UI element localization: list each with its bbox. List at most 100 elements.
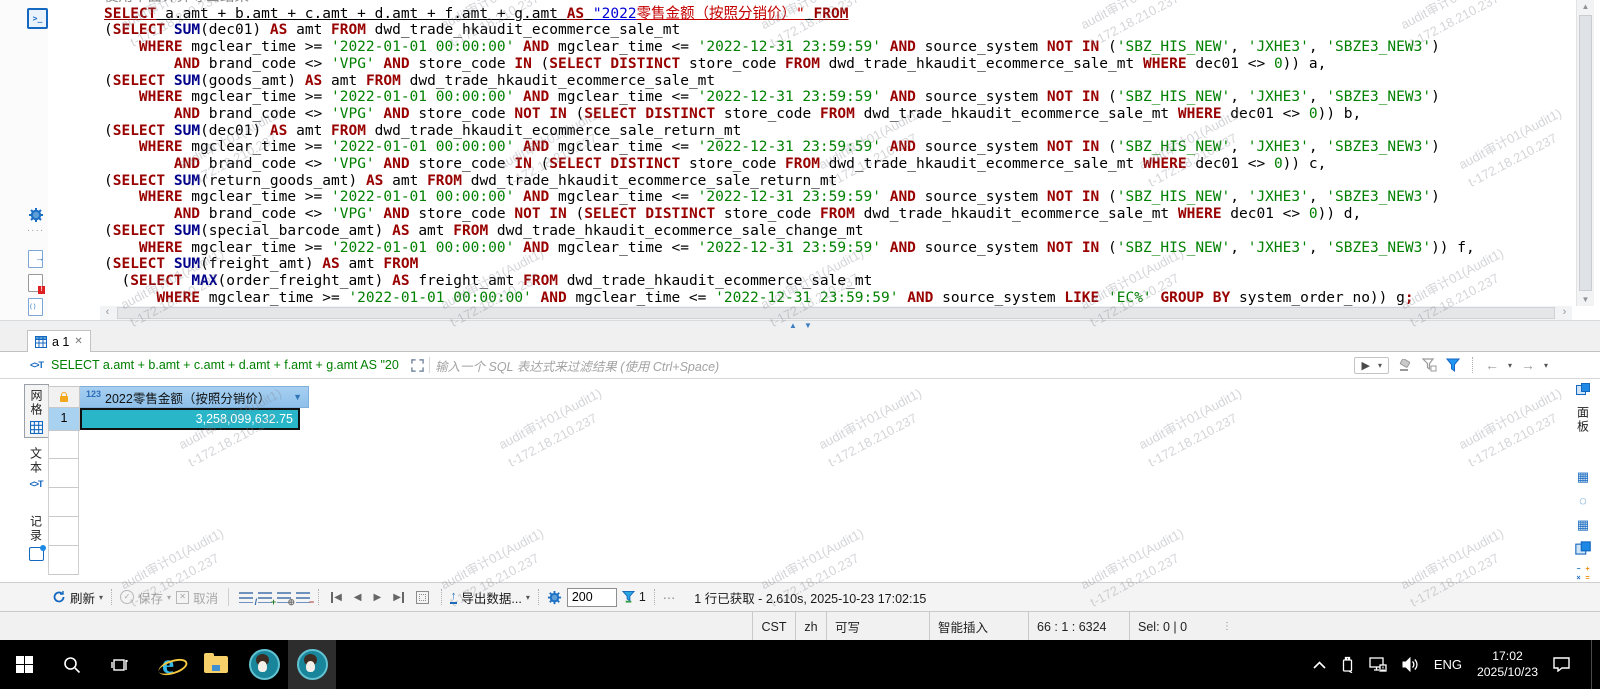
usb-device-icon[interactable] [1341,656,1354,673]
first-row-button[interactable]: ◀ [331,592,342,603]
code-line: 83(SELECT SUM(freight_amt) AS amt FROM [104,256,1570,273]
sql-expression-icon: <>T [30,360,43,370]
editor-horizontal-scrollbar[interactable]: ‹ › [100,306,1572,320]
apply-filter-button[interactable]: ▶ ▾ [1354,357,1388,374]
export-data-button[interactable]: ↑ 导出数据... ▾ [450,588,530,607]
fetch-size-input[interactable] [567,588,617,607]
chevron-down-icon[interactable]: ▾ [1378,361,1382,370]
metadata-panel-icon[interactable]: ▦ [1577,518,1589,531]
sash-collapse-down-icon[interactable]: ▼ [804,321,812,330]
row-number-cell[interactable]: 1 [48,408,80,431]
hidden-icons-chevron-icon[interactable] [1313,661,1326,669]
edit-cell-button[interactable]: / [239,592,253,603]
export-icon: ↑ [450,591,458,604]
chevron-down-icon[interactable]: ▾ [1508,361,1512,370]
caret-position-indicator[interactable]: 66 : 1 : 6324 [1028,612,1129,641]
presentation-tab-text[interactable]: 文本 <>T [25,447,47,489]
system-tray: ENG 17:02 2025/10/23 [1313,640,1600,689]
file-explorer-icon[interactable] [192,640,240,689]
search-button[interactable] [48,640,96,689]
filter-expression-text[interactable]: SELECT a.amt + b.amt + c.amt + d.amt + f… [51,358,411,372]
grid-corner-lock-cell[interactable] [48,386,80,408]
presentation-tab-record[interactable]: 记录 [25,515,47,561]
network-icon[interactable] [1369,657,1387,672]
sash-collapse-up-icon[interactable]: ▲ [789,321,797,330]
action-center-icon[interactable] [1553,657,1570,672]
scroll-up-icon[interactable]: ▲ [1577,2,1594,11]
column-header-label: 2022零售金额（按照分销价） [105,388,289,407]
volume-icon[interactable] [1402,657,1419,672]
custom-filter-icon[interactable] [1446,358,1460,372]
selected-value-cell[interactable]: 3,258,099,632.75 [80,408,300,430]
lock-icon [60,396,68,402]
duplicate-row-button[interactable]: ⊕ [277,592,291,603]
aggregate-panel-icon[interactable]: −+ ×= [1574,565,1592,583]
settings-gear-icon[interactable] [27,206,44,223]
editor-vertical-scrollbar[interactable]: ▲ ▼ [1576,0,1594,306]
toolbar-overflow-icon[interactable]: ⋯ [663,590,676,605]
save-label: 保存 [138,588,163,607]
last-row-button[interactable]: ▶ [393,592,404,603]
sql-console-icon[interactable]: >_ [27,8,48,29]
expand-filter-icon[interactable] [411,359,424,372]
file-output-icon[interactable]: ( ) [27,298,44,315]
dbeaver-active-icon[interactable] [288,640,336,689]
chevron-down-icon[interactable]: ▾ [1544,361,1548,370]
fetch-size-button[interactable]: 1 [622,590,646,604]
code-area[interactable]: 67使用平面计算导出结果68SELECT a.amt + b.amt + c.a… [104,0,1570,306]
save-filter-icon[interactable] [1422,358,1437,372]
clock[interactable]: 17:02 2025/10/23 [1477,649,1538,681]
refresh-button[interactable]: 刷新 ▾ [52,588,103,607]
vscroll-thumb[interactable] [1579,15,1592,291]
cancel-button[interactable]: ✕ 取消 [176,588,218,607]
save-button[interactable]: ✓ 保存 ▾ [120,588,171,607]
empty-row-cell [49,546,78,575]
file-warning-icon[interactable]: ! [27,274,44,291]
statusbar-overflow-icon[interactable]: ⋮ [1222,612,1232,641]
fetch-page-icon[interactable] [416,591,429,604]
play-icon[interactable]: ▶ [1361,359,1369,372]
presentation-tab-grid[interactable]: 网格 [24,384,49,438]
value-viewer-icon[interactable]: ◌ [1579,494,1587,507]
code-line: 76 WHERE mgclear_time >= '2022-01-01 00:… [104,139,1570,156]
filter-placeholder[interactable]: 输入一个 SQL 表达式来过滤结果 (使用 Ctrl+Space) [435,356,719,375]
code-line: 74 AND brand_code <> 'VPG' AND store_cod… [104,106,1570,123]
dbeaver-icon[interactable] [240,640,288,689]
result-settings-gear-icon[interactable] [547,590,562,605]
calc-panel-icon[interactable]: ▦ [1577,470,1589,483]
show-desktop-button[interactable] [1591,640,1592,689]
internet-explorer-icon[interactable]: e [144,640,192,689]
results-toolbar: 刷新 ▾ ✓ 保存 ▾ ✕ 取消 / + ⊕ − ◀ ◀ ▶ ▶ [0,582,1600,611]
start-button[interactable] [0,640,48,689]
close-icon[interactable]: ✕ [74,336,82,347]
scroll-left-icon[interactable]: ‹ [100,306,115,320]
next-row-button[interactable]: ▶ [373,592,381,603]
history-forward-icon[interactable]: → [1521,357,1535,373]
table-row: 1 3,258,099,632.75 [48,408,300,431]
insert-mode-indicator[interactable]: 智能插入 [929,612,1028,641]
add-row-button[interactable]: + [258,592,272,603]
column-header[interactable]: 123 2022零售金额（按照分销价） ▼ [80,386,309,408]
history-back-icon[interactable]: ← [1485,357,1499,373]
layout-panel-icon[interactable] [1575,541,1590,554]
chevron-down-icon[interactable]: ▾ [99,593,103,602]
clear-filter-icon[interactable] [1398,359,1413,372]
limit-funnel-icon [622,590,635,604]
chevron-down-icon[interactable]: ▾ [526,593,530,602]
export-result-icon[interactable]: → [27,250,44,267]
previous-row-button[interactable]: ◀ [354,592,362,603]
panels-icon[interactable] [1576,383,1590,395]
writable-indicator: 可写 [826,612,929,641]
dbeaver-window: >_ ···· → ! ( ) 67使用平面计算导出结果68SELECT a.a… [0,0,1600,689]
task-view-button[interactable] [96,640,144,689]
delete-row-button[interactable]: − [296,592,310,603]
scroll-right-icon[interactable]: › [1557,306,1572,320]
input-language-indicator[interactable]: ENG [1434,657,1462,672]
column-dropdown-icon[interactable]: ▼ [293,392,302,402]
toolbar-more-dots-icon[interactable]: ···· [27,222,44,239]
hscroll-thumb[interactable] [117,307,1555,319]
result-tab[interactable]: a 1 ✕ [27,330,91,352]
scroll-down-icon[interactable]: ▼ [1577,295,1594,304]
record-presentation-icon [29,547,44,561]
code-line: 80 AND brand_code <> 'VPG' AND store_cod… [104,206,1570,223]
